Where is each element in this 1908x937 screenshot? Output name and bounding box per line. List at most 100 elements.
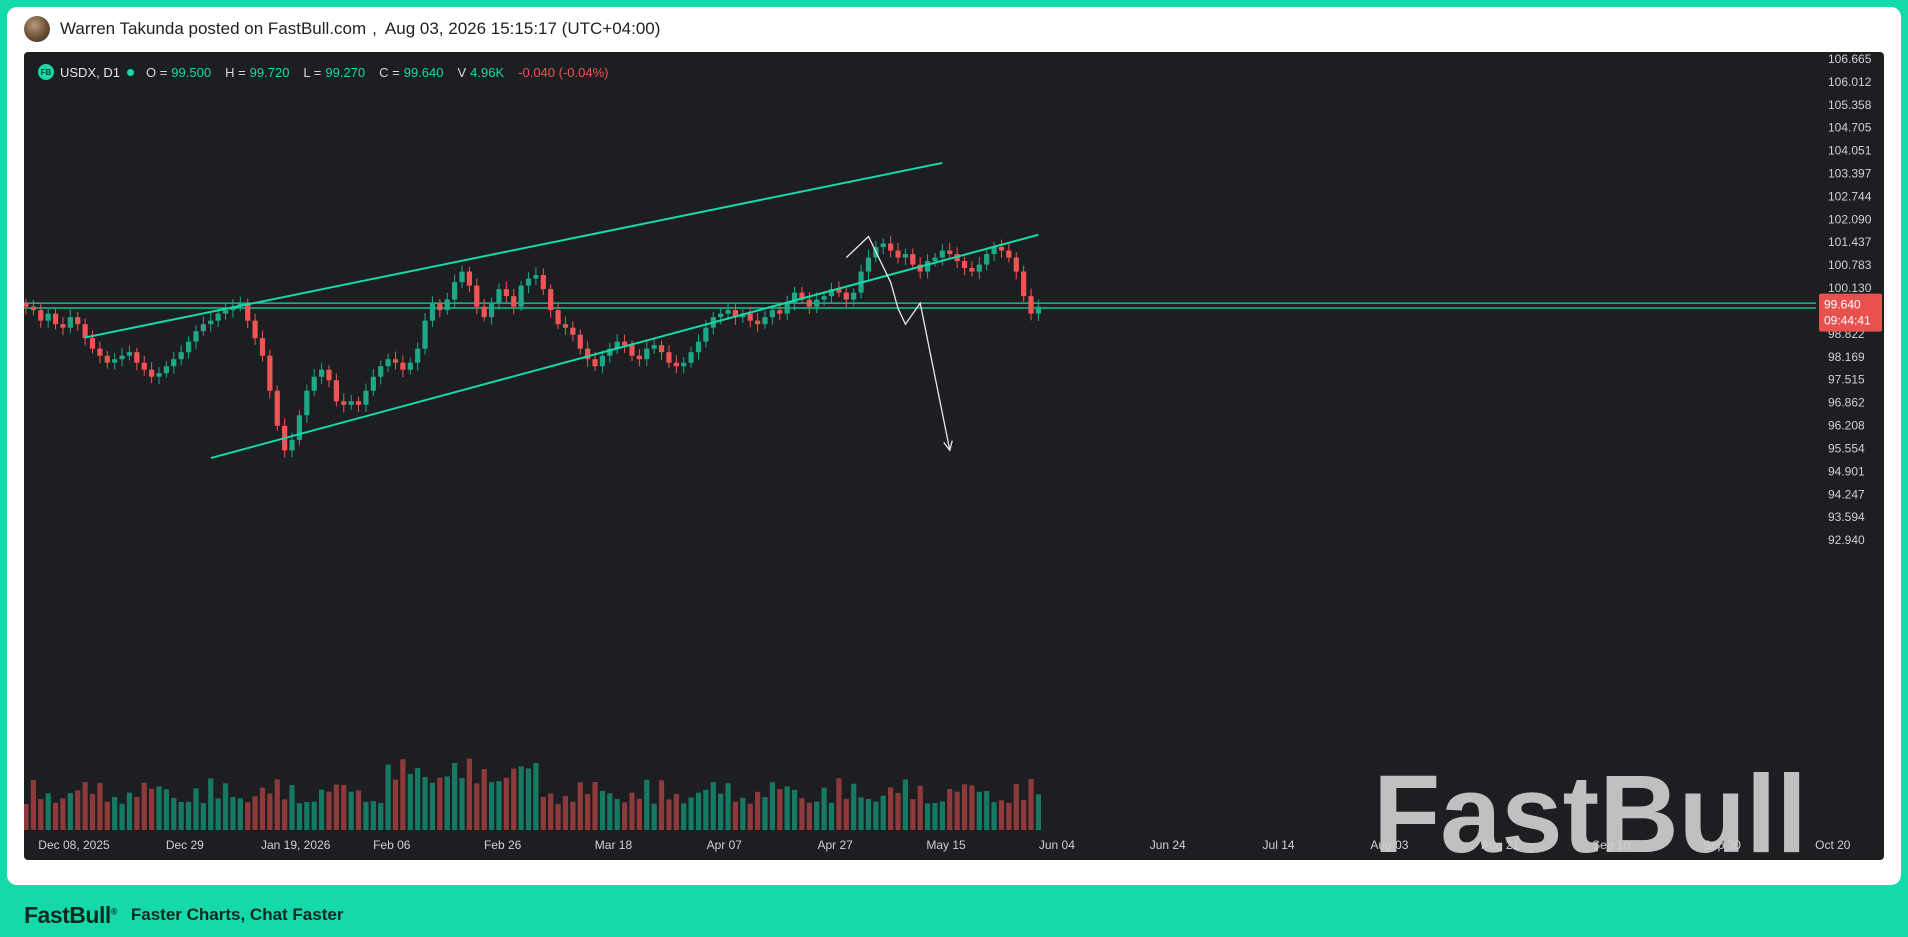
symbol-label[interactable]: USDX, D1 bbox=[60, 65, 120, 80]
volume-bar bbox=[740, 797, 746, 830]
chart-panel[interactable]: FastBull 106.665 106.012 105.358 104.705 104.… bbox=[24, 52, 1884, 860]
volume-bar bbox=[1021, 799, 1027, 830]
candle-body bbox=[511, 296, 517, 307]
volume-bar bbox=[311, 801, 317, 830]
candle-body bbox=[274, 390, 280, 426]
candle-body bbox=[533, 275, 539, 279]
volume-bar bbox=[976, 791, 982, 830]
candle-body bbox=[104, 355, 110, 363]
candle-body bbox=[880, 243, 886, 248]
volume-bar bbox=[385, 764, 391, 830]
candle-body bbox=[496, 289, 502, 304]
candle-body bbox=[296, 415, 303, 440]
candle-body bbox=[422, 320, 428, 349]
candle-body bbox=[843, 292, 849, 300]
footer-brand-logo[interactable]: FastBull® bbox=[24, 902, 117, 929]
candle-body bbox=[185, 341, 192, 353]
candle-body bbox=[208, 320, 214, 325]
high-label: H = bbox=[225, 64, 246, 80]
volume-bar bbox=[910, 799, 916, 830]
volume-bar bbox=[112, 797, 118, 830]
volume-bar bbox=[134, 797, 140, 830]
volume-bar bbox=[732, 801, 739, 830]
candle-body bbox=[629, 345, 635, 356]
candle-body bbox=[156, 373, 162, 377]
volume-bar bbox=[193, 788, 199, 830]
volume-bar bbox=[540, 797, 546, 830]
candle-body bbox=[215, 313, 221, 321]
volume-bar bbox=[163, 789, 170, 830]
volume-bar bbox=[695, 792, 702, 830]
volume-bar bbox=[658, 780, 665, 830]
candle-body bbox=[902, 254, 909, 258]
y-tick-label: 96.862 bbox=[1828, 396, 1865, 410]
x-tick-label: Oct 20 bbox=[1815, 838, 1851, 852]
candle-body bbox=[888, 243, 894, 251]
volume-bar bbox=[555, 803, 561, 830]
candle-body bbox=[1006, 250, 1012, 258]
candle-body bbox=[60, 324, 66, 328]
candle-body bbox=[636, 355, 642, 360]
watermark-text: FastBull bbox=[1373, 753, 1807, 860]
candle-body bbox=[947, 250, 953, 255]
candle-body bbox=[961, 261, 968, 269]
volume-bar bbox=[407, 773, 413, 830]
candle-body bbox=[592, 359, 598, 367]
candle-body bbox=[319, 369, 325, 377]
volume-bar bbox=[348, 791, 354, 830]
volume-bar bbox=[533, 763, 539, 830]
author-avatar[interactable] bbox=[24, 16, 50, 42]
volume-bar bbox=[363, 801, 369, 830]
volume-bar bbox=[370, 801, 376, 830]
volume-bar bbox=[230, 796, 236, 830]
close-label: C = bbox=[379, 64, 400, 80]
volume-bar bbox=[67, 792, 73, 830]
candle-body bbox=[681, 362, 687, 367]
candle-body bbox=[30, 306, 36, 311]
volume-bar bbox=[267, 793, 273, 830]
volume-bar bbox=[562, 796, 569, 830]
volume-bar bbox=[503, 777, 509, 830]
candle-body bbox=[762, 317, 768, 325]
volume-bar bbox=[718, 793, 724, 830]
candle-body bbox=[193, 331, 199, 342]
candle-body bbox=[141, 362, 147, 370]
candle-body bbox=[673, 362, 679, 367]
volume-bar bbox=[296, 803, 303, 830]
candlestick-chart[interactable]: FastBull 106.665 106.012 105.358 104.705 104.… bbox=[24, 52, 1884, 860]
y-tick-label: 100.783 bbox=[1828, 258, 1872, 272]
volume-bar bbox=[755, 791, 761, 830]
candle-body bbox=[437, 303, 443, 311]
candle-body bbox=[932, 257, 938, 262]
footer-brand-name: FastBull bbox=[24, 901, 111, 928]
candle-body bbox=[444, 299, 450, 311]
candle-body bbox=[75, 317, 81, 325]
y-tick-label: 106.665 bbox=[1828, 52, 1872, 66]
candle-body bbox=[865, 257, 872, 272]
y-tick-label: 95.554 bbox=[1828, 441, 1865, 455]
volume-bar bbox=[237, 798, 243, 830]
x-tick-label: Jul 14 bbox=[1263, 838, 1295, 852]
volume-bar bbox=[24, 804, 29, 830]
candle-body bbox=[1028, 296, 1034, 314]
volume-bar bbox=[629, 792, 635, 830]
x-tick-label: Dec 29 bbox=[166, 838, 204, 852]
volume-bar bbox=[821, 787, 827, 830]
author-line[interactable]: Warren Takunda posted on FastBull.com bbox=[60, 19, 366, 39]
live-status-icon bbox=[126, 68, 134, 76]
x-tick-label: Feb 26 bbox=[484, 838, 522, 852]
volume-bar bbox=[488, 782, 495, 830]
volume-bar bbox=[725, 783, 731, 830]
candle-body bbox=[149, 369, 155, 377]
volume-bar bbox=[52, 802, 59, 830]
volume-bar bbox=[1035, 794, 1042, 830]
volume-bar bbox=[452, 763, 458, 830]
candle-body bbox=[326, 369, 332, 381]
volume-bar bbox=[97, 782, 103, 830]
y-tick-label: 93.594 bbox=[1828, 510, 1865, 524]
y-tick-label: 100.130 bbox=[1828, 281, 1872, 295]
candle-body bbox=[178, 352, 184, 360]
volume-bar bbox=[89, 793, 96, 830]
y-tick-label: 101.437 bbox=[1828, 235, 1872, 249]
candle-body bbox=[747, 313, 753, 321]
